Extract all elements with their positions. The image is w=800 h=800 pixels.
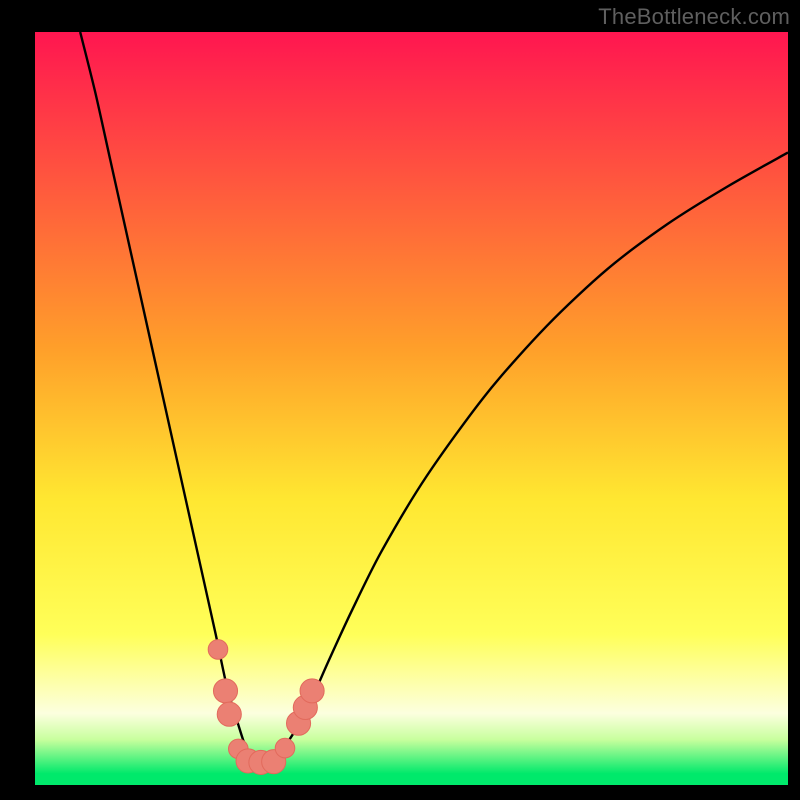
data-marker xyxy=(208,640,228,660)
bottleneck-chart xyxy=(35,32,788,785)
outer-frame: TheBottleneck.com xyxy=(0,0,800,800)
watermark-text: TheBottleneck.com xyxy=(598,4,790,30)
gradient-background xyxy=(35,32,788,785)
data-marker xyxy=(217,702,241,726)
plot-area xyxy=(35,32,788,785)
data-marker xyxy=(275,738,295,758)
data-marker xyxy=(213,679,237,703)
data-marker xyxy=(300,679,324,703)
